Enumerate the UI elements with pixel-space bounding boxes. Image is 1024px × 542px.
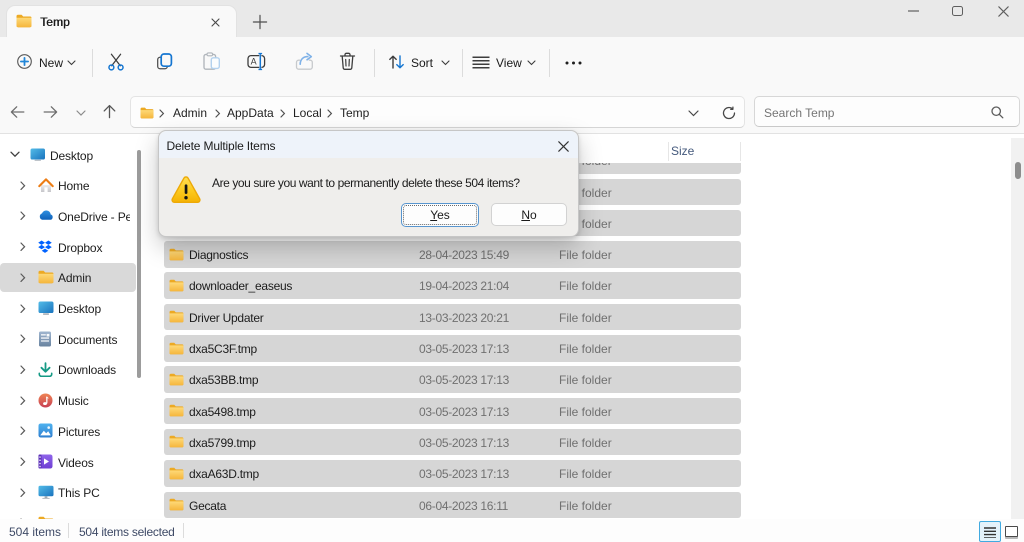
svg-text:A: A: [250, 57, 256, 67]
